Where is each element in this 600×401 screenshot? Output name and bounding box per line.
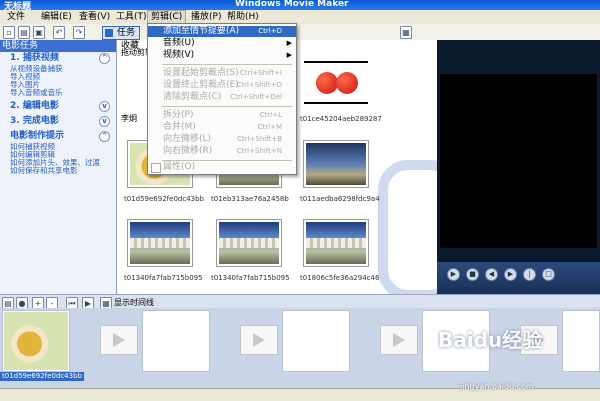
menu-item-add-to-storyboard[interactable]: 添加至情节提要(A) Ctrl+D <box>148 26 296 37</box>
menu-bar: 文件 编辑(E) 查看(V) 工具(T) 剪辑(C) 播放(P) 帮助(H) <box>0 10 600 24</box>
movie-tasks-header: 电影任务 <box>0 40 116 52</box>
menu-file[interactable]: 文件 <box>4 11 28 23</box>
storyboard-slot[interactable] <box>562 310 600 372</box>
clip-caption: t01ce45204aeb289287 <box>300 115 382 123</box>
storyboard-clip-caption: t01d59e692fe0dc43bb <box>0 372 84 381</box>
undo-icon[interactable]: ↶ <box>53 26 65 39</box>
redo-icon[interactable]: ↷ <box>73 26 85 39</box>
menu-separator <box>162 106 292 107</box>
menu-edit[interactable]: 编辑(E) <box>38 11 75 23</box>
title-bar: 无标题 Windows Movie Maker <box>0 0 600 12</box>
menu-item-audio[interactable]: 音频(U) ▶ <box>148 38 296 49</box>
transition-slot[interactable] <box>380 325 418 355</box>
storyboard-slot[interactable] <box>142 310 210 372</box>
watermark-url: jingyan.baidu.com <box>460 382 534 391</box>
link-import-audio[interactable]: 导入音频或音乐 <box>0 89 116 97</box>
expand-icon[interactable]: v <box>99 101 110 112</box>
new-project-icon[interactable]: ▫ <box>3 26 15 39</box>
clip-thumbnail[interactable] <box>303 219 369 267</box>
menu-play[interactable]: 播放(P) <box>188 11 224 23</box>
menu-item-video[interactable]: 视频(V) ▶ <box>148 50 296 61</box>
tomato-image <box>316 72 338 94</box>
menu-separator <box>162 64 292 65</box>
clip-caption: t011aedba6298fdc9a4 <box>300 195 380 203</box>
clip-caption: t01eb313ae76a2458b <box>211 195 289 203</box>
menu-item-set-end-trim[interactable]: 设置终止剪裁点(E) Ctrl+Shift+O <box>148 80 296 91</box>
menu-separator <box>162 160 292 161</box>
clip-caption: t01340fa7fab715b095 <box>124 274 203 282</box>
menu-item-set-start-trim[interactable]: 设置起始剪裁点(S) Ctrl+Shift+I <box>148 68 296 79</box>
collection-label: 李炯 <box>121 114 137 123</box>
menu-item-nudge-right[interactable]: 向右微移(R) Ctrl+Shift+N <box>148 146 296 157</box>
menu-help[interactable]: 帮助(H) <box>224 11 262 23</box>
menu-item-properties[interactable]: 属性(O) <box>148 162 296 173</box>
clip-thumbnail[interactable] <box>127 219 193 267</box>
menu-item-clear-trim[interactable]: 清除剪裁点(C) Ctrl+Shift+Del <box>148 92 296 103</box>
clip-caption: t01d59e692fe0dc43bb <box>124 195 204 203</box>
properties-icon <box>151 163 161 173</box>
transition-slot[interactable] <box>100 325 138 355</box>
tasks-icon <box>105 29 113 37</box>
transition-slot[interactable] <box>240 325 278 355</box>
baidu-jingyan-watermark: Baidu经验 <box>438 328 543 352</box>
menu-clip[interactable]: 剪辑(C) <box>147 10 187 24</box>
clip-thumbnail[interactable] <box>303 140 369 188</box>
expand-icon[interactable]: v <box>99 116 110 127</box>
menu-item-nudge-left[interactable]: 向左微移(L) Ctrl+Shift+B <box>148 134 296 145</box>
submenu-arrow-icon: ▶ <box>286 39 292 47</box>
menu-tools[interactable]: 工具(T) <box>113 11 150 23</box>
movie-tasks-pane: 电影任务 1. 捕获视频 ^ 从视频设备捕获 导入视频 导入图片 导入音频或音乐… <box>0 40 117 294</box>
save-project-icon[interactable]: ▣ <box>33 26 45 39</box>
next-frame-icon[interactable]: ▶ <box>504 268 517 281</box>
storyboard-clip[interactable] <box>2 310 70 372</box>
tomato-image <box>336 72 358 94</box>
clip-thumbnail[interactable] <box>216 219 282 267</box>
section-edit-movie[interactable]: 2. 编辑电影 v <box>0 100 116 113</box>
stop-icon[interactable]: ■ <box>466 268 479 281</box>
collapse-icon[interactable]: ^ <box>99 53 110 64</box>
show-timeline-link[interactable]: 显示时间线 <box>114 297 154 308</box>
menu-item-combine[interactable]: 合并(M) Ctrl+M <box>148 122 296 133</box>
previous-frame-icon[interactable]: ◀ <box>485 268 498 281</box>
collapse-icon[interactable]: ^ <box>99 131 110 142</box>
submenu-arrow-icon: ▶ <box>286 51 292 59</box>
toolbar: ▫ ▤ ▣ ↶ ↷ ▦ <box>0 24 600 41</box>
link-how-save[interactable]: 如何保存和共享电影 <box>0 167 116 175</box>
section-tips[interactable]: 电影制作提示 ^ <box>0 130 116 143</box>
preview-screen <box>440 74 597 248</box>
clip-thumbnail[interactable] <box>304 58 368 104</box>
fullscreen-icon[interactable]: □ <box>542 268 555 281</box>
collections-view-icon[interactable]: ▦ <box>400 26 412 39</box>
storyboard-toolbar: ▤ ● + - ⏮ ▶ ▦ 显示时间线 <box>0 294 600 310</box>
play-icon[interactable]: ▶ <box>447 268 460 281</box>
section-finish-movie[interactable]: 3. 完成电影 v <box>0 115 116 128</box>
app-name: Windows Movie Maker <box>235 0 349 9</box>
section-capture-video[interactable]: 1. 捕获视频 ^ <box>0 52 116 65</box>
player-controls <box>437 262 600 294</box>
clip-caption: t01806c5fe36a294c46 <box>300 274 380 282</box>
menu-view[interactable]: 查看(V) <box>76 11 113 23</box>
split-icon[interactable]: | <box>523 268 536 281</box>
clip-menu-dropdown: 添加至情节提要(A) Ctrl+D 音频(U) ▶ 视频(V) ▶ 设置起始剪裁… <box>147 23 297 175</box>
clip-caption: t01340fa7fab715b095 <box>211 274 290 282</box>
open-project-icon[interactable]: ▤ <box>18 26 30 39</box>
storyboard-slot[interactable] <box>282 310 350 372</box>
menu-item-split[interactable]: 拆分(P) Ctrl+L <box>148 110 296 121</box>
